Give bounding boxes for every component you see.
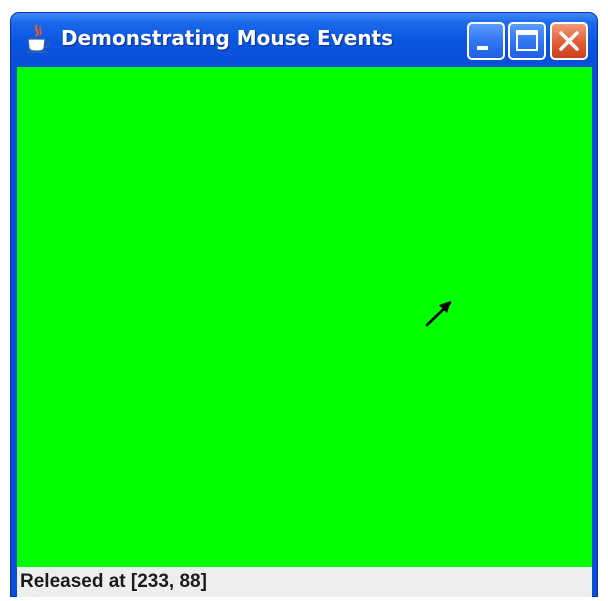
window-title: Demonstrating Mouse Events xyxy=(61,26,394,50)
status-label: Released at [233, 88] xyxy=(20,571,207,592)
minimize-icon xyxy=(477,46,488,50)
minimize-button[interactable] xyxy=(467,22,505,60)
close-button[interactable] xyxy=(550,22,588,60)
status-bar: Released at [233, 88] xyxy=(17,567,592,597)
arrow-cursor-icon xyxy=(417,291,457,336)
application-window: Demonstrating Mouse Events Released at [… xyxy=(10,12,598,597)
close-icon xyxy=(559,31,579,51)
java-coffee-cup-icon[interactable] xyxy=(23,23,53,55)
mouse-event-panel[interactable] xyxy=(17,67,592,567)
title-bar[interactable]: Demonstrating Mouse Events xyxy=(11,13,597,65)
maximize-icon xyxy=(516,30,538,51)
maximize-button[interactable] xyxy=(508,22,546,60)
